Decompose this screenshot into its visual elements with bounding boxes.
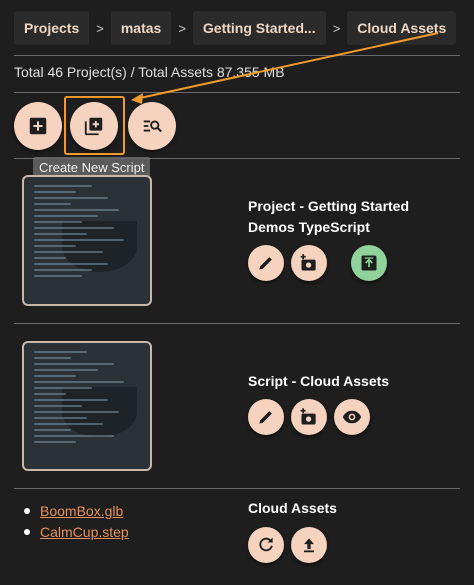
list-item: BoomBox.glb	[24, 500, 129, 521]
asset-link-boombox[interactable]: BoomBox.glb	[40, 503, 123, 519]
add-photo-icon	[300, 254, 316, 271]
script-add-photo-button[interactable]	[291, 399, 327, 435]
cloud-assets-title: Cloud Assets	[248, 500, 337, 516]
refresh-icon	[259, 537, 273, 552]
edit-icon	[259, 411, 272, 424]
project-edit-button[interactable]	[248, 245, 284, 281]
script-thumbnail[interactable]	[22, 341, 152, 471]
divider	[14, 158, 460, 159]
script-edit-button[interactable]	[248, 399, 284, 435]
asset-list: BoomBox.glb CalmCup.step	[24, 500, 129, 542]
project-title: Project - Getting Started Demos TypeScri…	[248, 198, 410, 235]
add-photo-icon	[300, 408, 316, 425]
upload-icon	[361, 255, 377, 271]
bullet	[24, 528, 30, 535]
edit-icon	[259, 257, 272, 270]
bullet	[24, 507, 30, 514]
project-thumbnail[interactable]	[22, 175, 152, 306]
asset-link-calmcup[interactable]: CalmCup.step	[40, 524, 129, 540]
divider	[14, 488, 460, 489]
refresh-button[interactable]	[248, 527, 284, 563]
script-view-button[interactable]	[334, 399, 370, 435]
project-add-photo-button[interactable]	[291, 245, 327, 281]
visibility-icon	[342, 410, 362, 424]
script-title: Script - Cloud Assets	[248, 373, 390, 389]
divider	[14, 323, 460, 324]
upload-button[interactable]	[291, 527, 327, 563]
list-item: CalmCup.step	[24, 521, 129, 542]
project-upload-button[interactable]	[351, 245, 387, 281]
upload-icon	[304, 538, 314, 553]
